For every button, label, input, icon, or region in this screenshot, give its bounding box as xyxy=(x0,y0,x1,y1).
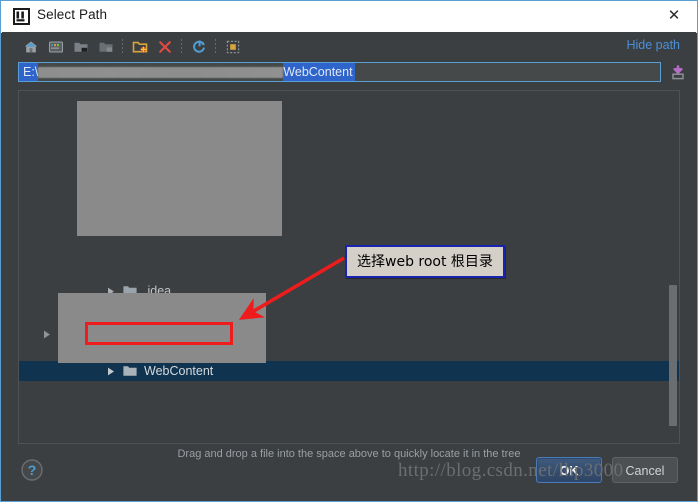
desktop-icon[interactable] xyxy=(43,36,68,58)
watermark-text: http://blog.csdn.net/lhp3000 xyxy=(398,460,624,481)
svg-text:?: ? xyxy=(28,462,37,478)
toolbar-separator xyxy=(181,39,182,55)
hide-path-link[interactable]: Hide path xyxy=(626,38,680,52)
home-icon[interactable] xyxy=(18,36,43,58)
show-hidden-icon[interactable] xyxy=(220,36,245,58)
dialog-toolbar: Hide path xyxy=(2,32,696,62)
tree-row-webcontent[interactable]: WebContent xyxy=(19,361,679,381)
delete-icon[interactable] xyxy=(152,36,177,58)
new-folder-icon[interactable] xyxy=(127,36,152,58)
path-input[interactable]: E:\ WebContent xyxy=(18,62,661,82)
path-tail: WebContent xyxy=(283,63,355,81)
refresh-icon[interactable] xyxy=(186,36,211,58)
screenshot-root: Select Path ✕ Hide path E:\ WebContent .… xyxy=(0,0,698,502)
path-prefix: E:\ xyxy=(19,63,39,81)
annotation-callout: 选择web root 根目录 xyxy=(345,245,505,278)
help-icon[interactable]: ? xyxy=(20,458,44,482)
toolbar-separator xyxy=(215,39,216,55)
project-folder-icon[interactable] xyxy=(68,36,93,58)
close-icon[interactable]: ✕ xyxy=(651,1,697,31)
tree-scrollbar-thumb[interactable] xyxy=(669,285,677,426)
toolbar-icon-group xyxy=(18,36,245,58)
path-row: E:\ WebContent xyxy=(2,60,696,88)
drop-down-history-icon[interactable] xyxy=(668,62,688,82)
tree-scrollbar[interactable] xyxy=(668,92,678,442)
toolbar-separator xyxy=(122,39,123,55)
dialog-titlebar: Select Path ✕ xyxy=(1,1,697,33)
folder-icon xyxy=(123,365,137,377)
tree-row-label: WebContent xyxy=(144,364,214,378)
chevron-right-icon[interactable] xyxy=(43,326,52,339)
path-redacted-segment xyxy=(38,66,284,78)
module-folder-icon[interactable] xyxy=(93,36,118,58)
chevron-right-icon[interactable] xyxy=(105,366,116,377)
intellij-logo-icon xyxy=(13,8,30,25)
dialog-title: Select Path xyxy=(37,7,108,22)
redacted-region-top xyxy=(77,101,282,236)
selection-highlight-box xyxy=(85,322,233,345)
